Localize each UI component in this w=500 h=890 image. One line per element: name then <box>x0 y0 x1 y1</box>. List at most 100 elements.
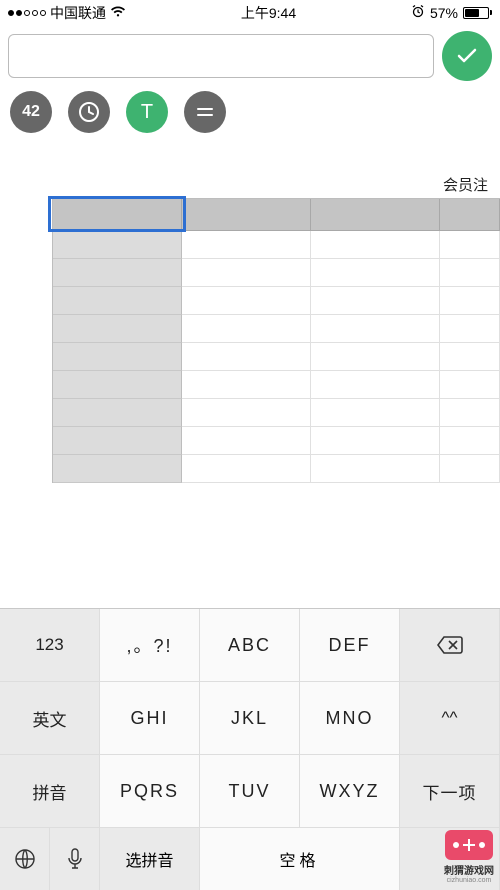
table-row <box>53 427 500 455</box>
table-row <box>53 399 500 427</box>
table-row <box>53 287 500 315</box>
carrier-label: 中国联通 <box>50 3 106 23</box>
time-format-button[interactable] <box>68 91 110 133</box>
format-toolbar: 42 T <box>0 87 500 143</box>
table-row <box>53 343 500 371</box>
row-header[interactable] <box>53 343 182 371</box>
table-row <box>53 315 500 343</box>
table-row <box>53 455 500 483</box>
cell[interactable] <box>311 399 440 427</box>
key-next-bottom[interactable] <box>400 828 500 890</box>
wifi-icon <box>110 5 126 21</box>
backspace-icon <box>435 634 465 656</box>
input-row <box>0 25 500 87</box>
cell[interactable] <box>440 455 500 483</box>
key-backspace[interactable] <box>400 609 500 682</box>
key-def[interactable]: DEF <box>300 609 400 682</box>
microphone-icon <box>65 847 85 871</box>
cell[interactable] <box>182 315 311 343</box>
keyboard: 123 ,。?! ABC DEF 英文 GHI JKL MNO ^^ 拼音 PQ… <box>0 608 500 890</box>
status-right: 57% <box>411 4 492 21</box>
key-pinyin[interactable]: 拼音 <box>0 755 100 828</box>
table-row <box>53 259 500 287</box>
cell[interactable] <box>182 231 311 259</box>
key-mic[interactable] <box>50 828 100 890</box>
cell[interactable] <box>311 287 440 315</box>
key-next[interactable]: 下一项 <box>400 755 500 828</box>
key-punctuation[interactable]: ,。?! <box>100 609 200 682</box>
cell[interactable] <box>440 427 500 455</box>
cell[interactable] <box>311 371 440 399</box>
row-header[interactable] <box>53 231 182 259</box>
key-globe[interactable] <box>0 828 50 890</box>
status-left: 中国联通 <box>8 3 126 23</box>
column-header[interactable] <box>182 199 311 231</box>
key-abc[interactable]: ABC <box>200 609 300 682</box>
battery-icon <box>463 7 492 19</box>
row-header[interactable] <box>53 287 182 315</box>
status-time: 上午9:44 <box>241 3 296 23</box>
key-english[interactable]: 英文 <box>0 682 100 755</box>
cell[interactable] <box>311 455 440 483</box>
signal-strength-icon <box>8 10 46 16</box>
key-ghi[interactable]: GHI <box>100 682 200 755</box>
row-header[interactable] <box>53 427 182 455</box>
confirm-button[interactable] <box>442 31 492 81</box>
column-header[interactable] <box>440 199 500 231</box>
number-format-label: 42 <box>22 103 40 121</box>
cell[interactable] <box>440 371 500 399</box>
clock-icon <box>77 100 101 124</box>
row-header[interactable] <box>53 399 182 427</box>
key-tuv[interactable]: TUV <box>200 755 300 828</box>
cell[interactable] <box>182 343 311 371</box>
key-wxyz[interactable]: WXYZ <box>300 755 400 828</box>
cell[interactable] <box>440 287 500 315</box>
cell[interactable] <box>311 315 440 343</box>
key-caret[interactable]: ^^ <box>400 682 500 755</box>
globe-icon <box>13 847 37 871</box>
sheet-title-fragment: 会员注 <box>443 174 488 195</box>
alarm-icon <box>411 4 425 21</box>
checkmark-icon <box>453 42 481 70</box>
cell[interactable] <box>182 399 311 427</box>
text-format-label: T <box>141 101 153 124</box>
column-header[interactable] <box>311 199 440 231</box>
cell[interactable] <box>182 259 311 287</box>
row-header[interactable] <box>53 371 182 399</box>
cell[interactable] <box>311 259 440 287</box>
key-mno[interactable]: MNO <box>300 682 400 755</box>
battery-percent: 57% <box>430 5 458 21</box>
cell[interactable] <box>440 343 500 371</box>
row-header[interactable] <box>53 315 182 343</box>
status-bar: 中国联通 上午9:44 57% <box>0 0 500 25</box>
spreadsheet-area[interactable]: 会员注 <box>0 198 500 573</box>
key-select-pinyin[interactable]: 选拼音 <box>100 828 200 890</box>
cell[interactable] <box>440 259 500 287</box>
spreadsheet-grid[interactable] <box>52 198 500 483</box>
cell[interactable] <box>311 427 440 455</box>
key-pqrs[interactable]: PQRS <box>100 755 200 828</box>
menu-icon <box>194 101 216 123</box>
number-format-button[interactable]: 42 <box>10 91 52 133</box>
text-format-button[interactable]: T <box>126 91 168 133</box>
column-header-row <box>53 199 500 231</box>
list-format-button[interactable] <box>184 91 226 133</box>
cell[interactable] <box>182 371 311 399</box>
key-jkl[interactable]: JKL <box>200 682 300 755</box>
cell[interactable] <box>440 399 500 427</box>
cell[interactable] <box>311 343 440 371</box>
key-123[interactable]: 123 <box>0 609 100 682</box>
cell-text-input[interactable] <box>8 34 434 78</box>
cell[interactable] <box>182 287 311 315</box>
cell[interactable] <box>440 231 500 259</box>
cell[interactable] <box>311 231 440 259</box>
column-header[interactable] <box>53 199 182 231</box>
key-space[interactable]: 空格 <box>200 828 400 890</box>
cell[interactable] <box>182 427 311 455</box>
row-header[interactable] <box>53 455 182 483</box>
table-row <box>53 231 500 259</box>
cell[interactable] <box>440 315 500 343</box>
cell[interactable] <box>182 455 311 483</box>
table-row <box>53 371 500 399</box>
row-header[interactable] <box>53 259 182 287</box>
